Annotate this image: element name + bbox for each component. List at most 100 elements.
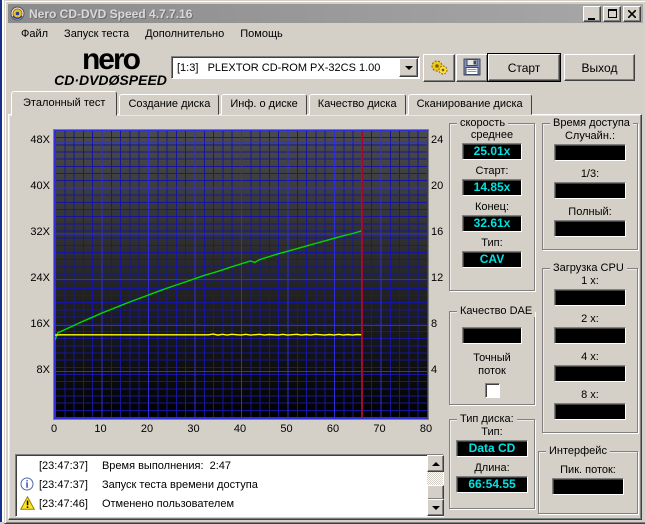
arrow-up-icon bbox=[431, 461, 440, 466]
scroll-up-button[interactable] bbox=[427, 455, 444, 472]
x-tick: 70 bbox=[373, 423, 386, 435]
log-message: Запуск теста времени доступа bbox=[101, 478, 258, 491]
x-tick: 10 bbox=[94, 423, 107, 435]
log-entry-2: [23:47:46] Отменено пользователем bbox=[16, 494, 426, 513]
menu-item-1[interactable]: Запуск теста bbox=[56, 26, 137, 42]
cpu-usage-value-3 bbox=[554, 403, 626, 420]
drive-dropdown-button[interactable] bbox=[399, 58, 418, 77]
dae-quality-group: Качество DAE Точный поток bbox=[449, 305, 536, 405]
speed-group: скорость среднее 25.01x Старт: 14.85x Ко… bbox=[449, 117, 535, 291]
menu-item-3[interactable]: Помощь bbox=[232, 26, 291, 42]
x-tick: 50 bbox=[280, 423, 293, 435]
access-time-group: Время доступа Случайн.: 1/3: Полный: bbox=[542, 117, 638, 250]
cpu-usage-label-3: 8 x: bbox=[581, 389, 599, 401]
y-right-tick: 4 bbox=[431, 364, 438, 377]
x-tick: 60 bbox=[326, 423, 340, 435]
cpu-usage-value-1 bbox=[554, 327, 626, 344]
access-time-value-1 bbox=[554, 182, 626, 199]
exit-button-label: Выход bbox=[581, 60, 618, 75]
options-button[interactable] bbox=[423, 54, 455, 82]
scrollbar-thumb[interactable] bbox=[427, 485, 444, 500]
y-right-tick: 8 bbox=[431, 318, 438, 331]
y-right-tick: 24 bbox=[431, 134, 444, 147]
start-button-label: Старт bbox=[507, 60, 541, 75]
speed-chart-plot bbox=[53, 129, 429, 420]
svg-text:i: i bbox=[26, 480, 29, 491]
end-speed-label: Конец: bbox=[474, 201, 510, 213]
drive-selector[interactable]: [1:3] PLEXTOR CD-ROM PX-32CS 1.00 bbox=[171, 56, 420, 79]
warning-icon bbox=[19, 495, 36, 511]
disc-type-group-title: Тип диска: bbox=[457, 413, 517, 425]
window-title: Nero CD-DVD Speed 4.7.7.16 bbox=[29, 6, 193, 21]
disc-length-label: Длина: bbox=[474, 462, 510, 474]
accurate-stream-checkbox[interactable] bbox=[484, 383, 500, 398]
app-icon bbox=[10, 6, 25, 21]
log-panel: [23:47:37] Время выполнения: 2:47 i [23:47:… bbox=[15, 454, 444, 517]
access-time-value-0 bbox=[554, 144, 626, 161]
accurate-stream-label-2: поток bbox=[478, 365, 506, 377]
tab-3[interactable]: Качество диска bbox=[308, 94, 406, 115]
close-button[interactable] bbox=[623, 5, 641, 22]
cpu-usage-value-0 bbox=[554, 289, 626, 306]
tab-1[interactable]: Создание диска bbox=[119, 94, 220, 115]
scroll-down-button[interactable] bbox=[427, 499, 444, 516]
gears-icon bbox=[429, 57, 449, 80]
log-message: Отменено пользователем bbox=[101, 497, 235, 510]
cpu-usage-label-1: 2 x: bbox=[581, 313, 599, 325]
tab-2[interactable]: Инф. о диске bbox=[221, 94, 307, 115]
cpu-usage-group: Загрузка CPU 1 x: 2 x: 4 x: 8 x: bbox=[542, 262, 638, 433]
menu-bar: Файл Запуск теста Дополнительно Помощь bbox=[9, 24, 642, 43]
log-entry-1: i [23:47:37] Запуск теста времени доступа bbox=[16, 475, 426, 494]
y-right-tick: 16 bbox=[431, 226, 444, 239]
menu-item-0[interactable]: Файл bbox=[13, 26, 56, 42]
x-tick: 30 bbox=[187, 423, 200, 435]
dae-quality-value bbox=[462, 327, 522, 344]
y-left-tick: 8X bbox=[36, 364, 50, 377]
cpu-usage-value-2 bbox=[554, 365, 626, 382]
interface-group: Интерфейс Пик. поток: bbox=[538, 445, 638, 514]
arrow-down-icon bbox=[431, 505, 440, 510]
start-button[interactable]: Старт bbox=[488, 54, 560, 81]
minimize-button[interactable] bbox=[583, 5, 601, 22]
rotation-speed-curve bbox=[55, 333, 362, 336]
log-rows: [23:47:37] Время выполнения: 2:47 i [23:47:… bbox=[16, 456, 426, 513]
peak-transfer-label: Пик. поток: bbox=[560, 464, 616, 476]
maximize-button[interactable] bbox=[603, 5, 621, 22]
y-left-tick: 48X bbox=[30, 134, 50, 147]
chevron-down-icon bbox=[404, 65, 413, 70]
access-time-group-title: Время доступа bbox=[550, 117, 633, 129]
floppy-save-icon bbox=[463, 58, 481, 79]
tab-0[interactable]: Эталонный тест bbox=[11, 91, 118, 116]
save-button[interactable] bbox=[456, 54, 488, 82]
cpu-usage-label-0: 1 x: bbox=[581, 275, 599, 287]
tab-4[interactable]: Сканирование диска bbox=[407, 94, 532, 115]
disc-type-value: Data CD bbox=[456, 440, 528, 457]
average-speed-label: среднее bbox=[470, 129, 514, 141]
x-tick: 80 bbox=[419, 423, 433, 435]
x-tick: 0 bbox=[50, 423, 58, 435]
accurate-stream-label-1: Точный bbox=[473, 352, 511, 364]
access-time-label-0: Случайн.: bbox=[564, 130, 616, 142]
cpu-usage-group-title: Загрузка CPU bbox=[550, 262, 627, 274]
menu-item-2[interactable]: Дополнительно bbox=[137, 26, 232, 42]
log-timestamp: [23:47:37] bbox=[39, 478, 88, 491]
disc-type-group: Тип диска: Тип: Data CD Длина: 66:54.55 bbox=[449, 413, 535, 509]
end-speed-value: 32.61x bbox=[462, 215, 522, 232]
log-scrollbar[interactable] bbox=[427, 455, 444, 516]
tab-bar: Эталонный тест Создание диска Инф. о диске… bbox=[11, 91, 534, 116]
chart-curves bbox=[55, 131, 363, 418]
cpu-usage-label-2: 4 x: bbox=[581, 351, 599, 363]
speed-type-value: CAV bbox=[462, 251, 522, 268]
dae-quality-group-title: Качество DAE bbox=[457, 305, 536, 317]
x-tick: 40 bbox=[233, 423, 247, 435]
log-icon-placeholder bbox=[20, 458, 35, 473]
read-speed-curve bbox=[55, 230, 363, 341]
app-window: Nero CD-DVD Speed 4.7.7.16 Файл Запуск те… bbox=[4, 0, 645, 524]
y-left-tick: 40X bbox=[30, 180, 50, 193]
access-time-label-1: 1/3: bbox=[580, 168, 600, 180]
title-bar[interactable]: Nero CD-DVD Speed 4.7.7.16 bbox=[8, 4, 643, 23]
disc-length-value: 66:54.55 bbox=[456, 476, 528, 493]
start-speed-value: 14.85x bbox=[462, 179, 522, 196]
exit-button[interactable]: Выход bbox=[564, 54, 635, 81]
start-speed-label: Старт: bbox=[475, 165, 509, 177]
